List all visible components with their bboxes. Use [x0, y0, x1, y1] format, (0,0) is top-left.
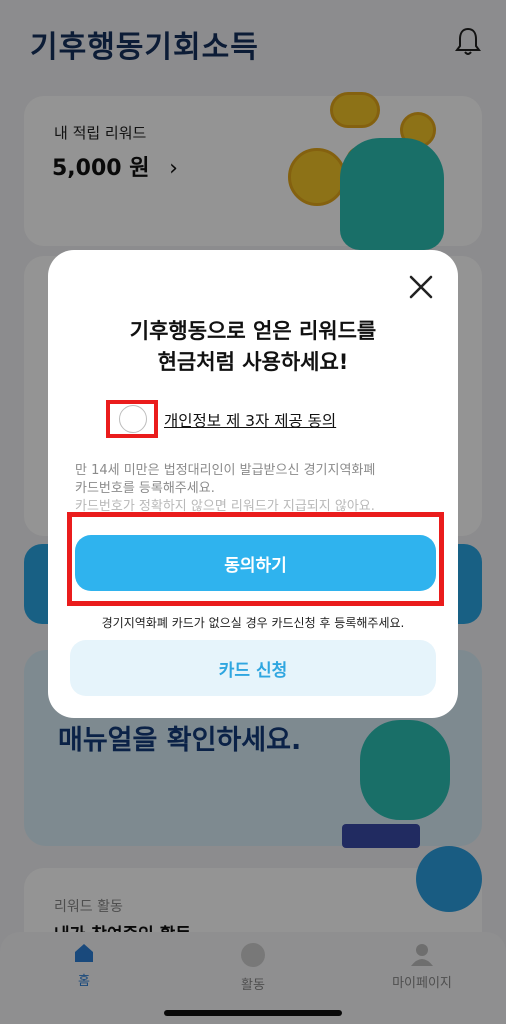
consent-label-link[interactable]: 개인정보 제 3자 제공 동의 — [164, 409, 336, 431]
modal-title-line1: 기후행동으로 얻은 리워드를 — [129, 319, 377, 343]
modal-title-line2: 현금처럼 사용하세요! — [157, 350, 349, 374]
card-apply-button[interactable]: 카드 신청 — [70, 640, 436, 696]
card-hint-text: 경기지역화폐 카드가 없으실 경우 카드신청 후 등록해주세요. — [101, 616, 405, 630]
notice-line1: 만 14세 미만은 법정대리인이 발급받으신 경기지역화폐 — [75, 463, 376, 478]
notice-text: 만 14세 미만은 법정대리인이 발급받으신 경기지역화폐 카드번호를 등록해주… — [75, 462, 435, 516]
consent-checkbox[interactable] — [119, 405, 147, 433]
notice-line2: 카드번호를 등록해주세요. — [75, 481, 215, 496]
agree-button[interactable]: 동의하기 — [75, 535, 436, 591]
modal-title: 기후행동으로 얻은 리워드를 현금처럼 사용하세요! — [48, 316, 458, 378]
close-icon[interactable] — [404, 270, 438, 304]
